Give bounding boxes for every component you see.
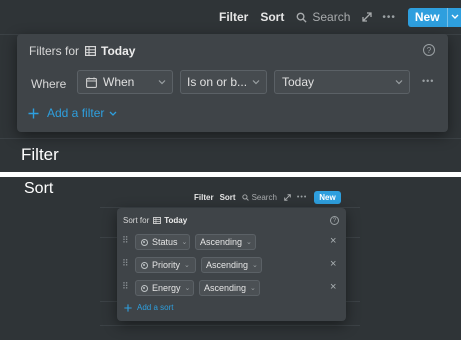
search-label: Search <box>251 193 277 202</box>
new-button-label: New <box>414 10 440 24</box>
sort-screenshot-panel: Sort Filter Sort Search ••• New Sort for… <box>0 177 461 340</box>
expand-icon[interactable] <box>284 194 291 201</box>
popover-header: Sort for Today <box>123 216 187 225</box>
popover-title-prefix: Sort for <box>123 216 150 225</box>
filter-property-select[interactable]: When <box>77 70 173 94</box>
chevron-down-icon[interactable] <box>446 7 461 27</box>
sort-property-select[interactable]: Priority ⌄ <box>135 257 196 273</box>
chevron-down-icon <box>109 111 117 116</box>
filter-property-value: When <box>103 75 135 89</box>
sort-button[interactable]: Sort <box>260 10 284 24</box>
filter-button[interactable]: Filter <box>194 193 214 202</box>
sort-property-label: Priority <box>152 260 181 270</box>
calendar-icon <box>86 77 97 88</box>
new-button[interactable]: New <box>314 191 341 204</box>
drag-handle-icon[interactable]: ⠿ <box>122 236 129 245</box>
drag-handle-icon[interactable]: ⠿ <box>122 259 129 268</box>
chevron-down-icon <box>395 80 403 85</box>
more-options-button[interactable]: ••• <box>297 194 307 201</box>
sort-popover: Sort for Today ? ⠿ Status ⌄ Ascending ⌄ … <box>117 208 346 321</box>
sort-direction-select[interactable]: Ascending ⌄ <box>195 234 256 250</box>
sort-direction-select[interactable]: Ascending ⌄ <box>199 280 260 296</box>
status-property-icon <box>141 238 148 246</box>
sort-direction-label: Ascending <box>204 283 247 293</box>
filter-button[interactable]: Filter <box>219 10 248 24</box>
select-property-icon <box>141 284 148 292</box>
new-button[interactable]: New <box>407 7 461 27</box>
chevron-down-icon <box>158 80 166 85</box>
help-icon[interactable]: ? <box>423 44 435 56</box>
sort-property-select[interactable]: Status ⌄ <box>135 234 190 250</box>
search-icon <box>296 12 307 23</box>
plus-icon <box>28 108 39 118</box>
sort-property-label: Status <box>152 237 178 247</box>
popover-title-prefix: Filters for <box>29 44 80 58</box>
sort-property-select[interactable]: Energy ⌄ <box>135 280 194 296</box>
filter-caption: Filter <box>21 145 59 164</box>
add-filter-label: Add a filter <box>47 106 105 120</box>
search-button[interactable]: Search <box>296 10 350 24</box>
row-divider <box>0 138 461 139</box>
plus-icon <box>124 303 132 312</box>
remove-sort-button[interactable]: × <box>330 281 336 293</box>
search-button[interactable]: Search <box>241 193 277 202</box>
chevron-down-icon: ⌄ <box>181 239 188 246</box>
select-property-icon <box>141 261 148 269</box>
view-toolbar: Filter Sort Search ••• New <box>194 191 341 204</box>
sort-direction-select[interactable]: Ascending ⌄ <box>201 257 262 273</box>
popover-header: Filters for Today <box>29 44 135 58</box>
search-label: Search <box>312 10 351 24</box>
more-options-button[interactable]: ••• <box>382 12 396 23</box>
remove-sort-button[interactable]: × <box>330 258 336 270</box>
view-name: Today <box>164 216 188 225</box>
chevron-down-icon <box>252 80 260 85</box>
filter-operator-select[interactable]: Is on or b... <box>180 70 267 94</box>
filter-screenshot-panel: Filter Sort Search ••• New Filters for T… <box>0 0 461 172</box>
chevron-down-icon: ⌄ <box>184 262 190 269</box>
expand-icon[interactable] <box>362 12 373 22</box>
sort-button[interactable]: Sort <box>220 193 236 202</box>
sort-caption: Sort <box>24 180 54 197</box>
drag-handle-icon[interactable]: ⠿ <box>122 282 129 291</box>
add-filter-button[interactable]: Add a filter <box>28 106 117 120</box>
filter-row-more-button[interactable]: ••• <box>422 76 434 86</box>
help-icon[interactable]: ? <box>330 216 339 225</box>
chevron-down-icon: ⌄ <box>184 285 191 292</box>
filter-operator-value: Is on or b... <box>187 75 248 89</box>
add-sort-label: Add a sort <box>137 303 174 312</box>
sort-direction-label: Ascending <box>206 260 249 270</box>
row-divider <box>100 325 360 326</box>
chevron-down-icon: ⌄ <box>250 285 256 292</box>
filter-value-select[interactable]: Today <box>274 70 410 94</box>
table-icon <box>85 46 97 56</box>
filter-value: Today <box>282 75 315 89</box>
search-icon <box>241 194 249 201</box>
sort-property-label: Energy <box>152 283 181 293</box>
view-name: Today <box>101 44 136 58</box>
where-label: Where <box>31 77 67 91</box>
chevron-down-icon: ⌄ <box>246 239 252 246</box>
remove-sort-button[interactable]: × <box>330 235 336 247</box>
view-toolbar: Filter Sort Search ••• New <box>219 7 461 27</box>
table-icon <box>153 217 162 224</box>
add-sort-button[interactable]: Add a sort <box>124 303 173 312</box>
filter-popover: Filters for Today ? Where When Is on or … <box>17 34 448 132</box>
chevron-down-icon: ⌄ <box>252 262 258 269</box>
sort-direction-label: Ascending <box>200 237 243 247</box>
